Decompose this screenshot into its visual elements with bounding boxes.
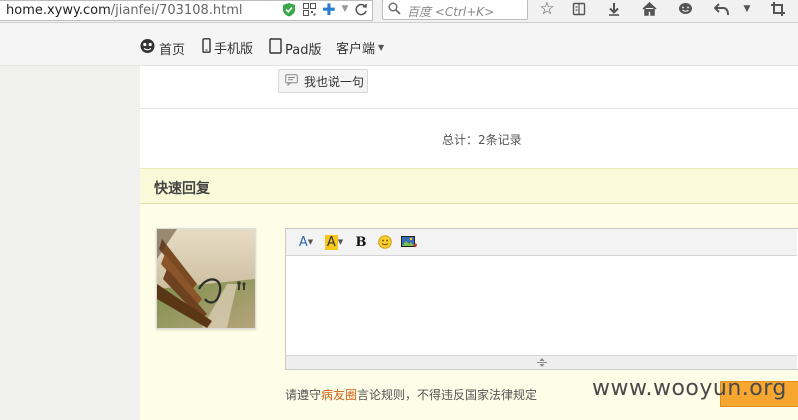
quick-reply-title: 快速回复	[154, 181, 210, 197]
home-face-icon	[139, 38, 156, 58]
highlight-icon[interactable]: A ▼	[322, 233, 346, 251]
reading-list-icon[interactable]	[570, 0, 588, 18]
crop-screenshot-icon[interactable]	[769, 0, 787, 18]
watermark: www.wooyun.org	[592, 376, 787, 401]
section-divider	[140, 108, 798, 109]
shield-icon[interactable]	[280, 0, 298, 18]
caret-icon: ▼	[337, 238, 344, 246]
highlight-glyph: A	[324, 234, 338, 250]
nav-pad[interactable]: Pad版	[269, 38, 321, 58]
caret-icon: ▼	[307, 238, 314, 246]
editor-resize-handle[interactable]	[286, 355, 797, 369]
emoji-icon[interactable]	[377, 233, 393, 251]
search-box[interactable]: 百度 <Ctrl+K>	[382, 0, 528, 20]
search-placeholder: 百度 <Ctrl+K>	[407, 5, 495, 19]
rules-suffix: 言论规则，不得违反国家法律规定	[357, 388, 538, 402]
nav-client-label: 客户端	[336, 42, 376, 57]
rules-prefix: 请遵守	[285, 388, 322, 402]
url-domain: home.xywy.com	[6, 3, 111, 18]
nav-client[interactable]: 客户端 ▼	[336, 38, 384, 57]
download-icon[interactable]	[605, 0, 623, 18]
nav-pad-label: Pad版	[285, 42, 322, 58]
refresh-icon[interactable]	[352, 0, 370, 18]
qr-code-icon[interactable]	[300, 0, 318, 18]
nav-mobile[interactable]: 手机版	[202, 38, 253, 57]
tablet-icon	[269, 38, 282, 58]
home-icon[interactable]	[640, 0, 658, 18]
bold-icon[interactable]: B	[354, 233, 368, 251]
font-color-glyph: A	[298, 234, 308, 250]
nav-home[interactable]: 首页	[139, 38, 185, 58]
chevron-down-icon: ▼	[378, 43, 385, 52]
undo-icon[interactable]	[712, 0, 730, 18]
bookmark-star-icon[interactable]: ☆	[538, 0, 556, 19]
url-path: /jianfei/703108.html	[110, 3, 243, 18]
comment-icon	[285, 73, 298, 89]
site-nav-bar	[0, 23, 798, 66]
left-sidebar-background	[0, 66, 140, 420]
url-text[interactable]: home.xywy.com/jianfei/703108.html	[6, 3, 243, 18]
insert-image-icon[interactable]	[400, 233, 418, 251]
search-icon	[388, 2, 401, 18]
say-something-button[interactable]: 我也说一句	[278, 69, 368, 93]
nav-home-label: 首页	[159, 42, 186, 58]
rules-notice: 请遵守病友圈言论规则，不得违反国家法律规定	[285, 386, 537, 403]
undo-menu-icon[interactable]: ▼	[738, 0, 756, 18]
nav-mobile-label: 手机版	[214, 42, 254, 57]
quick-reply-header	[140, 168, 798, 205]
avatar	[156, 228, 256, 329]
say-button-label: 我也说一句	[304, 74, 365, 89]
total-records-text: 总计：2条记录	[442, 133, 522, 147]
rules-link[interactable]: 病友圈	[321, 388, 357, 402]
phone-icon	[202, 38, 211, 57]
font-color-icon[interactable]: A ▼	[295, 233, 317, 251]
chat-smiley-icon[interactable]	[676, 0, 694, 18]
